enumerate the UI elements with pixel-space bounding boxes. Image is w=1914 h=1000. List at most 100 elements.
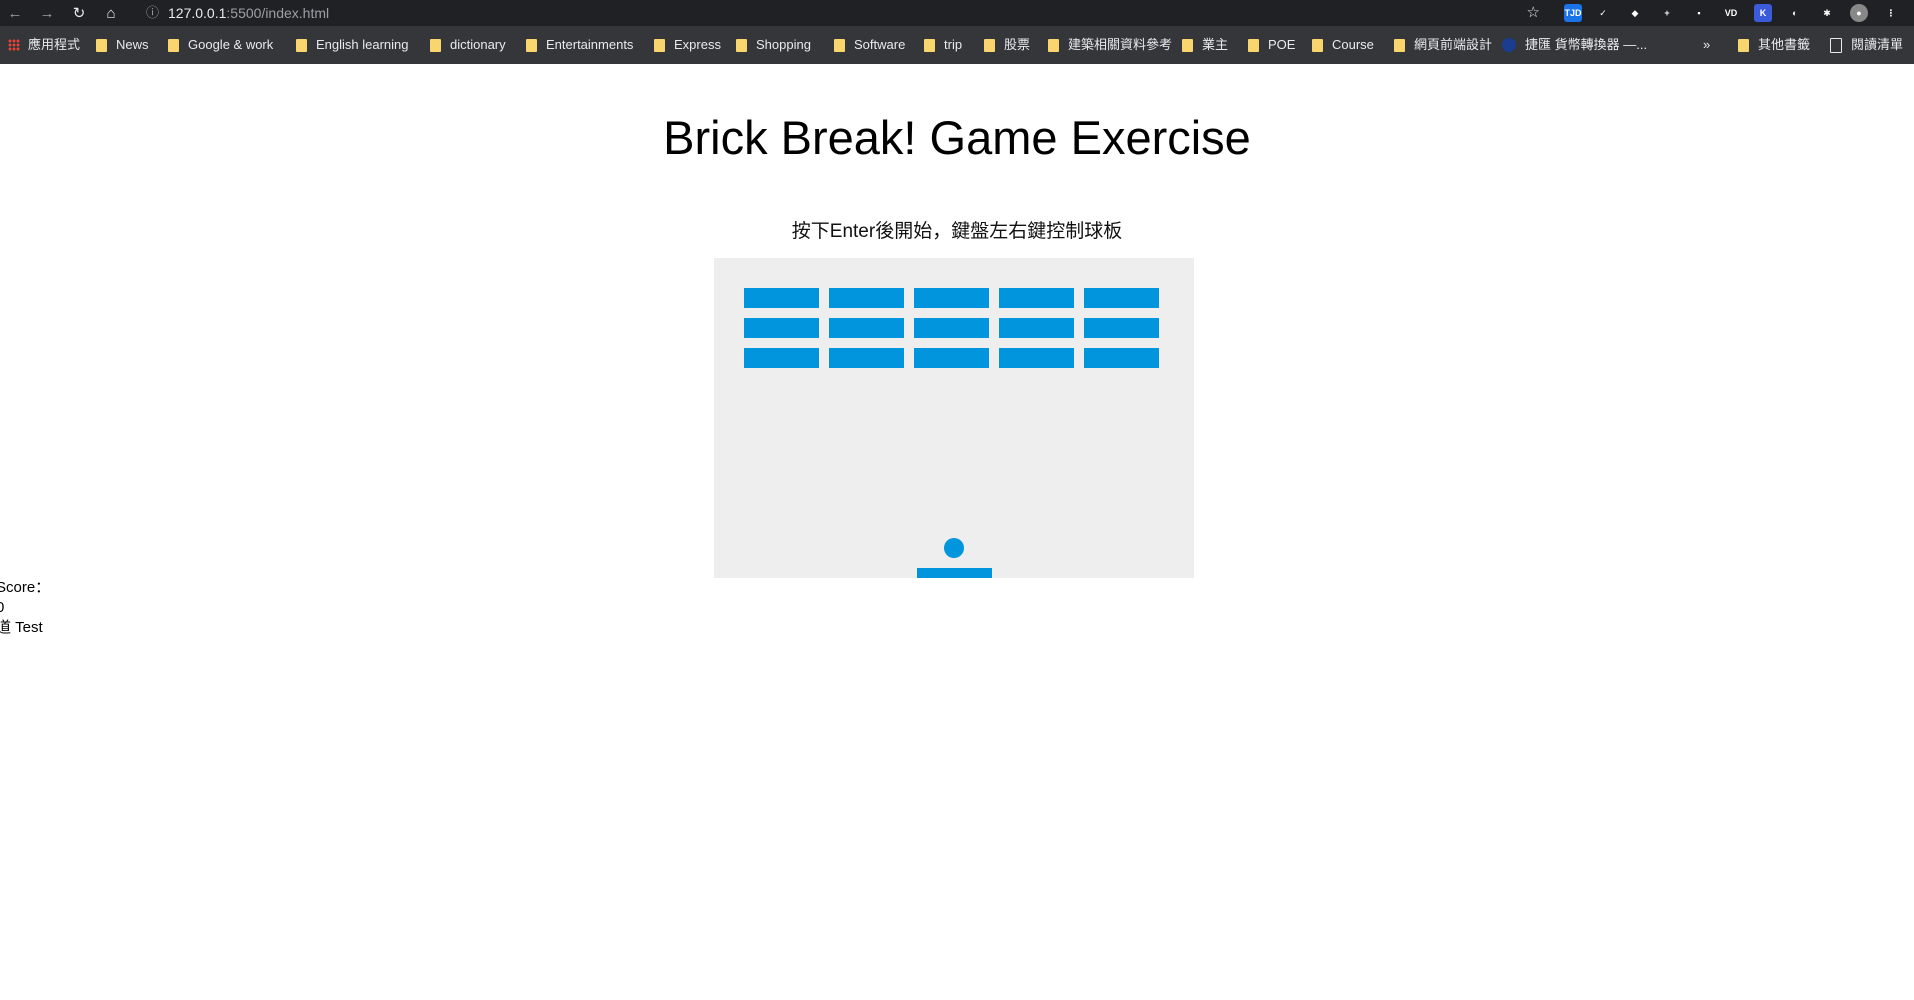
folder-icon bbox=[296, 38, 307, 52]
bookmark-label: POE bbox=[1268, 37, 1296, 52]
bookmark-star-icon[interactable]: ☆ bbox=[1527, 2, 1540, 24]
bookmark-label: 業主 bbox=[1202, 37, 1229, 52]
bookmark-label: 應用程式 bbox=[28, 37, 81, 52]
ball bbox=[944, 538, 964, 558]
bookmark-item[interactable]: 網頁前端設計 bbox=[1394, 26, 1492, 64]
folder-icon bbox=[736, 38, 747, 52]
address-url[interactable]: 127.0.0.1:5500/index.html bbox=[168, 2, 329, 24]
folder-icon bbox=[168, 38, 179, 52]
bookmark-item[interactable]: 其他書籤 bbox=[1738, 26, 1810, 64]
bookmark-label: 股票 bbox=[1004, 37, 1031, 52]
bookmark-label: 網頁前端設計 bbox=[1414, 37, 1493, 52]
brick bbox=[914, 348, 989, 368]
page-content: Brick Break! Game Exercise 按下Enter後開始，鍵盤… bbox=[0, 64, 1914, 1000]
brick bbox=[829, 318, 904, 338]
folder-icon bbox=[1312, 38, 1323, 52]
page-title: Brick Break! Game Exercise bbox=[663, 111, 1251, 164]
address-bar[interactable]: ⓘ 127.0.0.1:5500/index.html ☆ bbox=[134, 2, 1548, 24]
bird-extension-icon[interactable]: K bbox=[1754, 4, 1772, 22]
bookmark-item[interactable]: 應用程式 bbox=[8, 26, 80, 64]
reload-icon[interactable]: ↻ bbox=[68, 2, 90, 24]
info-icon[interactable]: ⓘ bbox=[146, 2, 159, 24]
bookmark-item[interactable]: POE bbox=[1248, 26, 1295, 64]
brick bbox=[744, 288, 819, 308]
bookmark-item[interactable]: News bbox=[96, 26, 149, 64]
check-extension-icon[interactable]: ✓ bbox=[1594, 4, 1612, 22]
home-icon[interactable]: ⌂ bbox=[100, 2, 122, 24]
bookmark-item[interactable]: Express bbox=[654, 26, 721, 64]
score-label: Score： bbox=[0, 579, 51, 596]
menu-dots-icon[interactable]: ⋮ bbox=[1882, 4, 1900, 22]
folder-icon bbox=[1182, 38, 1193, 52]
bookmark-item[interactable]: Google & work bbox=[168, 26, 273, 64]
brick bbox=[1084, 288, 1159, 308]
brick bbox=[999, 348, 1074, 368]
bookmarks-overflow-button[interactable]: » bbox=[1703, 26, 1710, 64]
bookmark-label: Entertainments bbox=[546, 37, 634, 52]
bookmark-label: English learning bbox=[316, 37, 409, 52]
bookmark-item[interactable]: English learning bbox=[296, 26, 409, 64]
bookmark-item[interactable]: dictionary bbox=[430, 26, 506, 64]
back-arrow-icon[interactable]: ← bbox=[4, 2, 26, 24]
mouse-extension-icon[interactable]: ▪ bbox=[1690, 4, 1708, 22]
browser-toolbar: ← → ↻ ⌂ ⓘ 127.0.0.1:5500/index.html ☆ TJ… bbox=[0, 0, 1914, 26]
folder-icon bbox=[1738, 38, 1749, 52]
puzzle-extension-icon[interactable]: ✱ bbox=[1818, 4, 1836, 22]
bookmark-item[interactable]: 建築相關資料參考 bbox=[1048, 26, 1172, 64]
bookmark-label: Express bbox=[674, 37, 721, 52]
vd-extension-icon[interactable]: VD bbox=[1722, 4, 1740, 22]
color-extension-icon[interactable]: ◆ bbox=[1626, 4, 1644, 22]
brick bbox=[914, 288, 989, 308]
folder-icon bbox=[1394, 38, 1405, 52]
brick bbox=[744, 318, 819, 338]
brick bbox=[1084, 348, 1159, 368]
bookmark-item[interactable]: Shopping bbox=[736, 26, 811, 64]
folder-icon bbox=[96, 38, 107, 52]
folder-icon bbox=[1248, 38, 1259, 52]
avatar-icon[interactable]: ● bbox=[1850, 4, 1868, 22]
bookmark-item[interactable]: 業主 bbox=[1182, 26, 1228, 64]
bookmark-label: Course bbox=[1332, 37, 1374, 52]
paddle[interactable] bbox=[916, 568, 992, 578]
bookmark-item[interactable]: Course bbox=[1312, 26, 1374, 64]
globe-extension-icon[interactable]: ◐ bbox=[1786, 4, 1804, 22]
bookmark-label: Shopping bbox=[756, 37, 811, 52]
score-value: 0 bbox=[0, 599, 5, 616]
folder-icon bbox=[430, 38, 441, 52]
bookmark-label: Software bbox=[854, 37, 906, 52]
bookmark-label: dictionary bbox=[450, 37, 506, 52]
bookmark-label: Google & work bbox=[188, 37, 274, 52]
bookmark-label: 建築相關資料參考 bbox=[1068, 37, 1173, 52]
score-panel: Score： 0 道 Test bbox=[0, 578, 50, 638]
brick bbox=[829, 288, 904, 308]
brick bbox=[999, 318, 1074, 338]
bookmark-item[interactable]: 股票 bbox=[984, 26, 1030, 64]
test-label: 道 Test bbox=[0, 619, 43, 636]
xe-site-icon bbox=[1502, 38, 1516, 52]
brick bbox=[914, 318, 989, 338]
bookmark-label: 其他書籤 bbox=[1758, 37, 1811, 52]
plus-extension-icon[interactable]: + bbox=[1658, 4, 1676, 22]
brick bbox=[829, 348, 904, 368]
brick bbox=[744, 348, 819, 368]
bookmark-label: 捷匯 貨幣轉換器 —... bbox=[1525, 37, 1648, 52]
tjd-extension-icon[interactable]: TJD bbox=[1564, 4, 1582, 22]
folder-icon bbox=[526, 38, 537, 52]
apps-grid-icon bbox=[8, 39, 20, 51]
game-instructions: 按下Enter後開始，鍵盤左右鍵控制球板 bbox=[791, 221, 1123, 242]
folder-icon bbox=[834, 38, 845, 52]
bookmark-label: trip bbox=[944, 37, 963, 52]
bookmark-item[interactable]: 閱讀清單 bbox=[1830, 26, 1903, 64]
forward-arrow-icon[interactable]: → bbox=[36, 2, 58, 24]
folder-icon bbox=[654, 38, 665, 52]
bookmark-item[interactable]: trip bbox=[924, 26, 962, 64]
bookmark-item[interactable]: Entertainments bbox=[526, 26, 633, 64]
folder-icon bbox=[984, 38, 995, 52]
bookmark-label: News bbox=[116, 37, 149, 52]
bookmarks-bar: 應用程式 News Google & work English learning dic… bbox=[0, 26, 1914, 64]
bookmark-item[interactable]: 捷匯 貨幣轉換器 —... bbox=[1502, 26, 1647, 64]
game-canvas[interactable] bbox=[714, 258, 1194, 578]
folder-icon bbox=[1048, 38, 1059, 52]
bookmark-item[interactable]: Software bbox=[834, 26, 905, 64]
folder-icon bbox=[924, 38, 935, 52]
